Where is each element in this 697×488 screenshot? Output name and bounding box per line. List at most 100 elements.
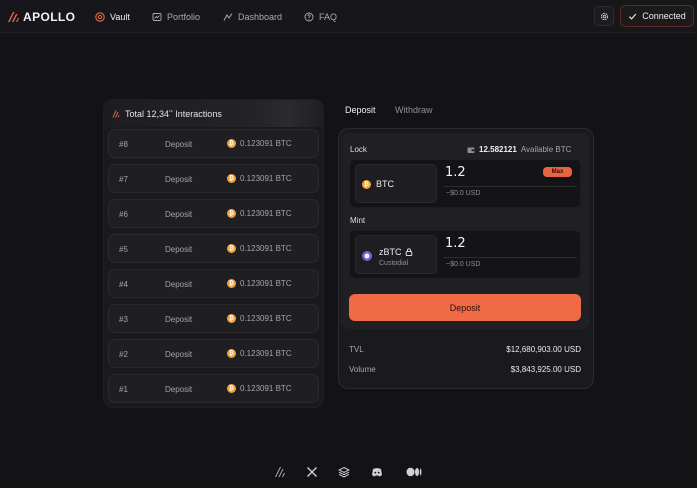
footer-discord-link[interactable] <box>370 465 384 479</box>
medium-icon <box>406 467 422 477</box>
row-amount-value: 0.123091 BTC <box>240 279 292 288</box>
table-row[interactable]: #8 Deposit ₿ 0.123091 BTC <box>108 129 319 158</box>
gear-icon <box>600 12 608 20</box>
apollo-logo-icon <box>8 12 19 22</box>
table-row[interactable]: #4 Deposit ₿ 0.123091 BTC <box>108 269 319 298</box>
lock-amount-input[interactable]: 1.2 <box>445 165 466 180</box>
footer-layers-link[interactable] <box>337 465 351 479</box>
brand-logo[interactable]: APOLLO <box>7 9 75 25</box>
row-amount: ₿ 0.123091 BTC <box>227 314 292 323</box>
table-row[interactable]: #5 Deposit ₿ 0.123091 BTC <box>108 234 319 263</box>
dashboard-icon <box>223 12 233 21</box>
brand-name: APOLLO <box>23 10 76 24</box>
nav-dashboard-label: Dashboard <box>238 11 283 22</box>
tab-deposit[interactable]: Deposit <box>345 105 376 115</box>
mint-field: zBTC Custodial 1.2 ~$0.0 USD <box>349 230 581 279</box>
lock-token-selector[interactable]: ₿ BTC <box>355 164 437 203</box>
nav-faq[interactable]: FAQ <box>304 9 337 24</box>
row-id: #1 <box>119 385 128 394</box>
nav-faq-label: FAQ <box>319 11 338 22</box>
portfolio-icon <box>152 12 162 21</box>
vault-icon <box>95 11 105 22</box>
interactions-title: Total 12,34¹⁶ Interactions <box>125 108 222 119</box>
row-amount-value: 0.123091 BTC <box>240 209 292 218</box>
mint-label: Mint <box>350 216 366 225</box>
interactions-header: Total 12,34¹⁶ Interactions <box>104 100 323 127</box>
row-amount: ₿ 0.123091 BTC <box>227 174 292 183</box>
table-row[interactable]: #6 Deposit ₿ 0.123091 BTC <box>108 199 319 228</box>
row-id: #7 <box>119 175 128 184</box>
row-type: Deposit <box>165 385 193 394</box>
btc-icon: ₿ <box>227 139 236 148</box>
mint-token-selector[interactable]: zBTC Custodial <box>355 235 437 274</box>
row-type: Deposit <box>165 245 193 254</box>
nav-vault-label: Vault <box>110 11 130 22</box>
table-row[interactable]: #1 Deposit ₿ 0.123091 BTC <box>108 374 319 403</box>
nav-vault[interactable]: Vault <box>95 9 130 24</box>
row-type: Deposit <box>165 140 193 149</box>
table-row[interactable]: #2 Deposit ₿ 0.123091 BTC <box>108 339 319 368</box>
tvl-value: $12,680,903.00 USD <box>506 345 581 354</box>
available-balance: 12.582121 Available BTC <box>467 145 571 154</box>
zbtc-icon <box>362 251 372 261</box>
btc-icon: ₿ <box>227 314 236 323</box>
mint-usd-value: ~$0.0 USD <box>446 261 481 268</box>
row-amount-value: 0.123091 BTC <box>240 244 292 253</box>
top-nav-bar: APOLLO Vault Portfolio Dashboard FAQ Con… <box>0 0 697 33</box>
mint-amount-value: 1.2 <box>445 236 466 251</box>
row-amount-value: 0.123091 BTC <box>240 314 292 323</box>
max-button[interactable]: Max <box>543 167 572 177</box>
lock-token-name: BTC <box>376 179 394 189</box>
btc-icon: ₿ <box>227 349 236 358</box>
row-type: Deposit <box>165 280 193 289</box>
lock-usd-value: ~$0.0 USD <box>446 190 481 197</box>
lock-icon <box>405 248 412 256</box>
btc-icon: ₿ <box>227 174 236 183</box>
available-value: 12.582121 <box>479 145 517 154</box>
btc-icon: ₿ <box>362 179 371 189</box>
discord-icon <box>372 468 382 477</box>
nav-portfolio[interactable]: Portfolio <box>152 9 200 24</box>
row-type: Deposit <box>165 175 193 184</box>
x-icon <box>307 467 317 477</box>
volume-value: $3,843,925.00 USD <box>510 365 581 374</box>
lock-label: Lock <box>350 145 367 154</box>
row-type: Deposit <box>165 350 193 359</box>
row-id: #3 <box>119 315 128 324</box>
footer-x-link[interactable] <box>305 465 319 479</box>
row-amount: ₿ 0.123091 BTC <box>227 209 292 218</box>
row-amount: ₿ 0.123091 BTC <box>227 139 292 148</box>
row-amount: ₿ 0.123091 BTC <box>227 349 292 358</box>
deposit-button[interactable]: Deposit <box>349 294 581 321</box>
tab-withdraw[interactable]: Withdraw <box>395 105 433 115</box>
layers-icon <box>338 466 350 478</box>
wallet-connected-button[interactable]: Connected <box>620 5 694 27</box>
row-id: #4 <box>119 280 128 289</box>
btc-icon: ₿ <box>227 244 236 253</box>
mint-token-sub: Custodial <box>379 260 409 267</box>
btc-icon: ₿ <box>227 209 236 218</box>
volume-label: Volume <box>349 365 376 374</box>
row-id: #2 <box>119 350 128 359</box>
row-amount-value: 0.123091 BTC <box>240 349 292 358</box>
nav-dashboard[interactable]: Dashboard <box>223 9 282 24</box>
settings-button[interactable] <box>594 6 614 26</box>
row-amount: ₿ 0.123091 BTC <box>227 384 292 393</box>
mint-divider <box>443 257 577 258</box>
btc-icon: ₿ <box>227 279 236 288</box>
wallet-icon <box>467 147 475 153</box>
row-amount-value: 0.123091 BTC <box>240 384 292 393</box>
footer-apollo-link[interactable] <box>273 465 287 479</box>
mint-token-name: zBTC <box>379 247 402 257</box>
row-id: #5 <box>119 245 128 254</box>
check-icon <box>629 13 637 20</box>
table-row[interactable]: #3 Deposit ₿ 0.123091 BTC <box>108 304 319 333</box>
footer-medium-link[interactable] <box>405 465 423 479</box>
available-suffix: Available BTC <box>520 145 572 154</box>
table-row[interactable]: #7 Deposit ₿ 0.123091 BTC <box>108 164 319 193</box>
faq-icon <box>304 12 314 21</box>
row-amount: ₿ 0.123091 BTC <box>227 244 292 253</box>
row-amount: ₿ 0.123091 BTC <box>227 279 292 288</box>
lock-field: ₿ BTC 1.2 Max ~$0.0 USD <box>349 159 581 208</box>
row-id: #6 <box>119 210 128 219</box>
